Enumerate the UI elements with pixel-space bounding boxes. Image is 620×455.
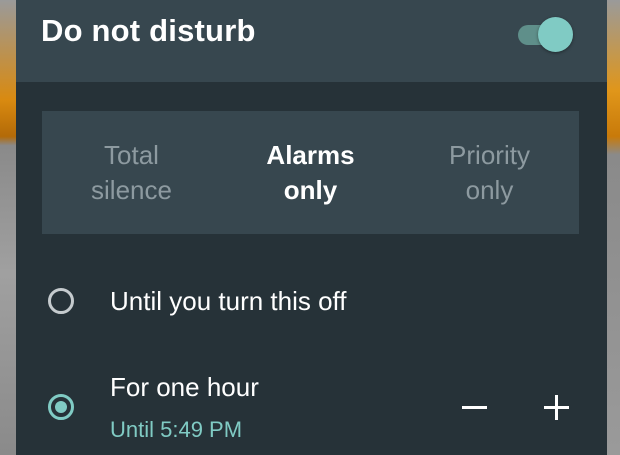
mode-priority-only[interactable]: Priority only	[400, 111, 579, 234]
dnd-toggle-switch[interactable]	[518, 17, 573, 52]
mode-total-silence[interactable]: Total silence	[42, 111, 221, 234]
do-not-disturb-panel: Do not disturb Total silence Alarms only…	[16, 0, 607, 455]
option-until-off-label: Until you turn this off	[110, 286, 347, 316]
decrease-duration-button[interactable]	[454, 388, 494, 428]
radio-for-one-hour[interactable]	[48, 394, 74, 420]
panel-title: Do not disturb	[41, 13, 256, 48]
minus-icon	[462, 406, 487, 409]
mode-selector: Total silence Alarms only Priority only	[42, 111, 579, 234]
toggle-thumb	[538, 17, 573, 52]
option-end-time: Until 5:49 PM	[110, 417, 243, 442]
radio-until-off[interactable]	[48, 288, 74, 314]
option-for-one-hour[interactable]: For one hour Until 5:49 PM	[16, 362, 607, 455]
option-until-off[interactable]: Until you turn this off	[16, 270, 607, 340]
wallpaper-edge-left	[0, 0, 16, 455]
panel-header: Do not disturb	[16, 0, 607, 82]
option-for-one-hour-label: For one hour	[110, 372, 259, 402]
increase-duration-button[interactable]	[536, 388, 576, 428]
wallpaper-edge-right	[607, 0, 620, 455]
mode-alarms-only[interactable]: Alarms only	[221, 111, 400, 234]
